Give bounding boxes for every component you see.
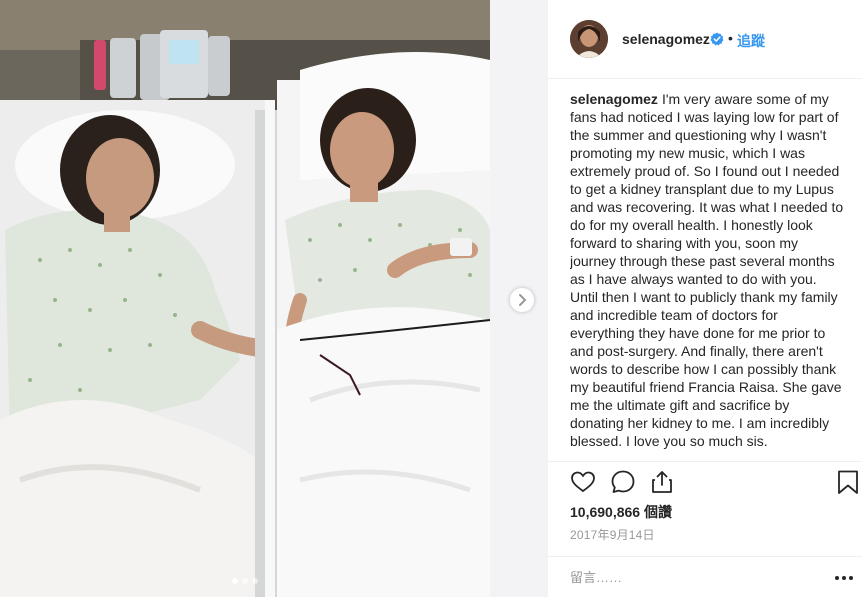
carousel-dot (242, 578, 248, 584)
post-header: selenagomez • 追蹤 (548, 0, 862, 79)
carousel-dot (252, 578, 258, 584)
more-dots-icon[interactable] (834, 575, 854, 581)
carousel-dot-active (232, 578, 238, 584)
post-date[interactable]: 2017年9月14日 (570, 526, 655, 543)
add-comment-bar (548, 556, 862, 598)
comment-input[interactable] (570, 567, 810, 587)
verified-badge-icon (710, 32, 724, 46)
next-slide-button[interactable] (510, 288, 534, 312)
caption-area: selenagomez I'm very aware some of my fan… (570, 90, 844, 460)
caption-username[interactable]: selenagomez (570, 91, 658, 107)
avatar[interactable] (570, 20, 608, 58)
bookmark-icon[interactable] (835, 469, 861, 495)
post-sidebar: selenagomez • 追蹤 selenagomez I'm very awa… (548, 0, 862, 597)
share-icon[interactable] (649, 469, 675, 495)
action-bar (548, 461, 862, 502)
like-count[interactable]: 10,690,866 個讚 (570, 502, 672, 522)
comment-bubble-icon[interactable] (610, 469, 636, 495)
avatar-image (570, 20, 608, 58)
follow-button[interactable]: 追蹤 (737, 31, 765, 51)
heart-icon[interactable] (570, 469, 596, 495)
caption-text: I'm very aware some of my fans had notic… (570, 91, 844, 449)
separator-dot: • (728, 30, 733, 46)
post-photo (0, 0, 548, 597)
post-media[interactable] (0, 0, 548, 597)
header-username[interactable]: selenagomez (622, 31, 710, 47)
chevron-right-icon (519, 294, 527, 306)
